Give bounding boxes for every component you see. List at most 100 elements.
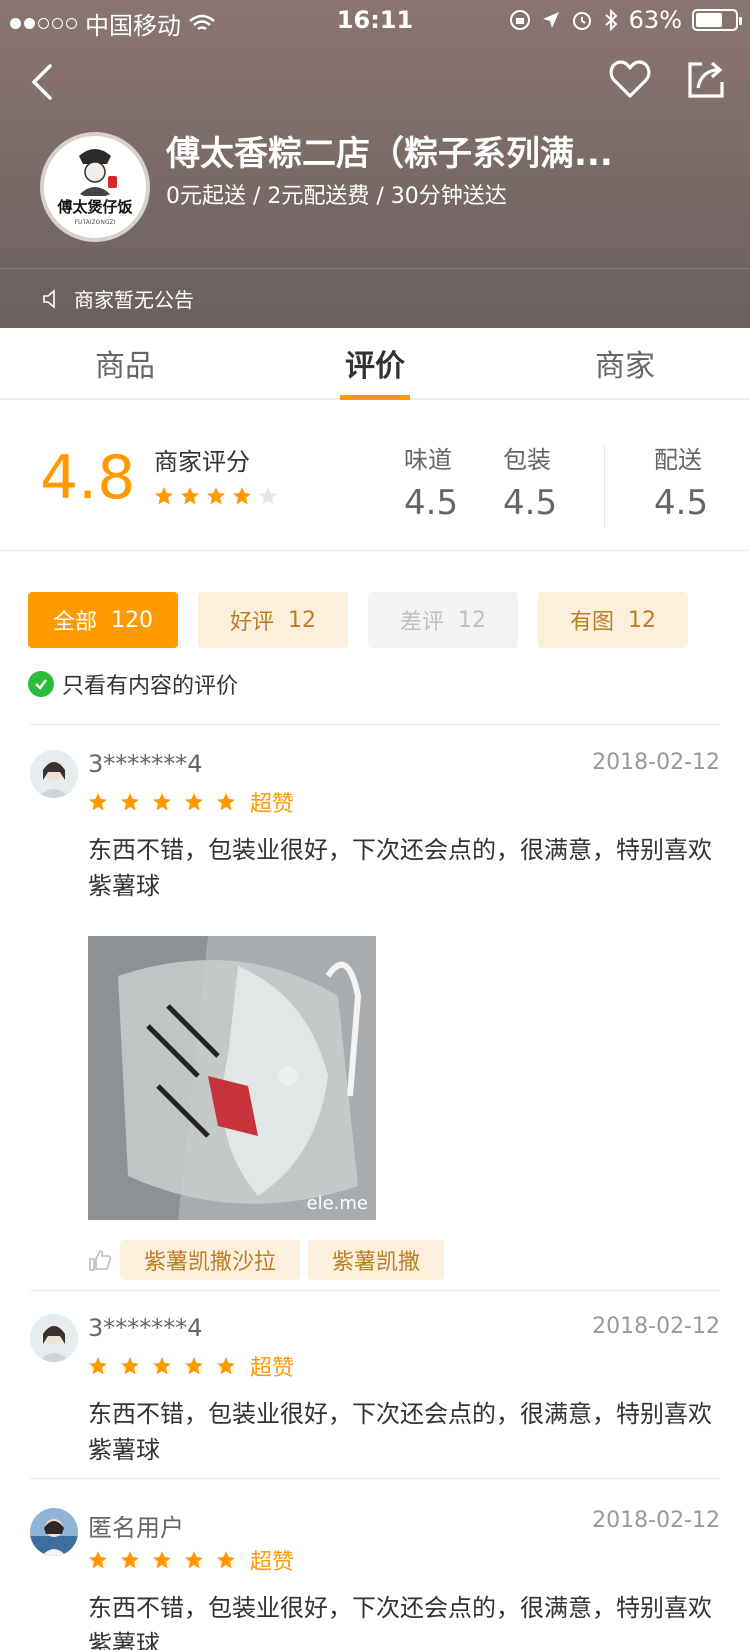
filter-bad-label: 差评 xyxy=(399,610,444,635)
filter-all-button[interactable]: 全部 120 xyxy=(28,592,178,648)
delivery-value: 4.5 xyxy=(654,483,709,523)
review-item: 匿名用户 2018-02-12 超赞 东西不错，包装业很好，下次还会点的，很满意… xyxy=(30,1508,720,1650)
filter-image-label: 有图 xyxy=(569,610,614,635)
filter-divider xyxy=(30,724,720,725)
review-stars: 超赞 xyxy=(88,1350,294,1382)
delivery-label: 配送 xyxy=(654,446,702,474)
taste-value: 4.5 xyxy=(404,483,459,523)
location-icon xyxy=(542,12,559,28)
review-item: 3*******4 2018-02-12 超赞 东西不错，包装业很好，下次还会点… xyxy=(30,750,720,1290)
overall-score: 4.8 xyxy=(40,443,136,513)
filter-all-count: 120 xyxy=(111,607,153,633)
filter-bad-button[interactable]: 差评 12 xyxy=(368,592,518,648)
notice-text: 商家暂无公告 xyxy=(74,288,194,312)
store-header: 中国移动 16:11 63% 傅太煲仔饭 FUTAIZONGZI 傅太香粽二店（… xyxy=(0,0,750,328)
bluetooth-icon xyxy=(604,8,618,32)
review-stars: 超赞 xyxy=(88,1544,294,1576)
tab-reviews[interactable]: 评价 xyxy=(250,328,500,400)
star-icon xyxy=(153,1551,171,1569)
overall-stars xyxy=(154,486,278,506)
reviewer-name: 匿名用户 xyxy=(88,1514,184,1542)
star-icon xyxy=(217,793,235,811)
favorite-icon[interactable] xyxy=(608,58,652,102)
star-icon xyxy=(153,1357,171,1375)
review-text: 东西不错，包装业很好，下次还会点的，很满意，特别喜欢紫薯球 xyxy=(88,1400,712,1464)
avatar[interactable] xyxy=(30,1314,78,1362)
package-score: 包装 4.5 xyxy=(503,440,557,523)
star-icon xyxy=(217,1357,235,1375)
star-icon xyxy=(121,1551,139,1569)
delivery-score: 配送 4.5 xyxy=(654,440,708,523)
star-icon xyxy=(89,793,107,811)
star-icon xyxy=(89,1551,107,1569)
star-icon xyxy=(185,793,203,811)
star-icon xyxy=(185,1551,203,1569)
star-icon xyxy=(121,1357,139,1375)
store-meta: 0元起送 / 2元配送费 / 30分钟送达 xyxy=(166,184,507,209)
review-stars: 超赞 xyxy=(88,786,294,818)
dish-tag[interactable]: 紫薯凯撒 xyxy=(308,1240,445,1280)
dish-tags: 紫薯凯撒沙拉 紫薯凯撒 xyxy=(88,1240,445,1280)
review-filters: 全部 120 好评 12 差评 12 有图 12 xyxy=(28,592,688,648)
review-date: 2018-02-12 xyxy=(592,1314,720,1339)
checkmark-icon xyxy=(28,671,54,697)
package-value: 4.5 xyxy=(503,483,558,523)
store-name: 傅太香粽二店（粽子系列满... xyxy=(166,134,613,174)
overall-score-label: 商家评分 xyxy=(154,448,250,476)
star-icon xyxy=(233,487,251,505)
score-divider xyxy=(604,444,605,528)
rating-tag: 超赞 xyxy=(250,1550,295,1575)
page: 中国移动 16:11 63% 傅太煲仔饭 FUTAIZONGZI 傅太香粽二店（… xyxy=(0,0,750,1650)
avatar[interactable] xyxy=(30,750,78,798)
filter-image-button[interactable]: 有图 12 xyxy=(538,592,688,648)
review-divider xyxy=(30,1478,720,1479)
star-icon xyxy=(207,487,225,505)
star-icon xyxy=(185,1357,203,1375)
back-icon[interactable] xyxy=(24,60,64,104)
share-icon[interactable] xyxy=(686,58,726,100)
filter-good-count: 12 xyxy=(288,607,316,633)
review-divider xyxy=(30,1290,720,1291)
tab-bar: 商品 评价 商家 xyxy=(0,328,750,400)
filter-good-label: 好评 xyxy=(229,610,274,635)
battery-percent: 63% xyxy=(628,6,682,34)
dish-tag[interactable]: 紫薯凯撒沙拉 xyxy=(120,1240,301,1280)
star-icon xyxy=(155,487,173,505)
filter-good-button[interactable]: 好评 12 xyxy=(198,592,348,648)
reviewer-name: 3*******4 xyxy=(88,1314,203,1342)
review-text: 东西不错，包装业很好，下次还会点的，很满意，特别喜欢紫薯球 xyxy=(88,1594,712,1650)
package-label: 包装 xyxy=(503,446,551,474)
star-icon xyxy=(89,1357,107,1375)
logo-subtext: FUTAIZONGZI xyxy=(75,219,116,226)
section-divider xyxy=(0,550,750,551)
avatar[interactable] xyxy=(30,1508,78,1556)
star-icon xyxy=(121,793,139,811)
logo-text: 傅太煲仔饭 xyxy=(56,198,132,216)
reviewer-name: 3*******4 xyxy=(88,750,203,778)
thumbs-up-icon xyxy=(89,1250,112,1271)
filter-all-label: 全部 xyxy=(52,610,97,635)
status-bar: 中国移动 16:11 63% xyxy=(0,0,750,40)
rating-tag: 超赞 xyxy=(250,1356,295,1381)
star-icon xyxy=(217,1551,235,1569)
speaker-icon xyxy=(43,288,55,309)
rotation-lock-icon xyxy=(509,10,530,30)
photo-watermark: ele.me xyxy=(306,1193,368,1214)
battery-icon xyxy=(692,9,742,31)
rating-tag: 超赞 xyxy=(250,792,295,817)
only-content-toggle[interactable]: 只看有内容的评价 xyxy=(28,668,238,700)
store-logo: 傅太煲仔饭 FUTAIZONGZI xyxy=(40,132,150,242)
filter-image-count: 12 xyxy=(628,607,656,633)
only-content-label: 只看有内容的评价 xyxy=(62,674,239,699)
review-date: 2018-02-12 xyxy=(592,750,720,775)
review-text: 东西不错，包装业很好，下次还会点的，很满意，特别喜欢紫薯球 xyxy=(88,836,712,900)
taste-label: 味道 xyxy=(404,446,452,474)
tab-merchant[interactable]: 商家 xyxy=(500,328,750,398)
taste-score: 味道 4.5 xyxy=(404,440,458,523)
review-photo[interactable]: ele.me xyxy=(88,936,376,1220)
review-date: 2018-02-12 xyxy=(592,1508,720,1533)
star-empty-icon xyxy=(259,487,277,505)
tab-products[interactable]: 商品 xyxy=(0,328,250,398)
filter-bad-count: 12 xyxy=(458,607,486,633)
store-notice[interactable]: 商家暂无公告 xyxy=(0,268,750,328)
